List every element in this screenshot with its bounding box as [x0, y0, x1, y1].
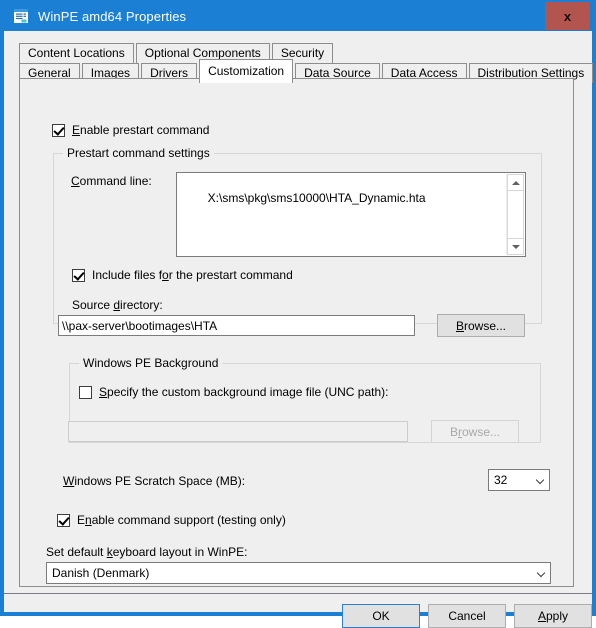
- prestart-group-title: Prestart command settings: [63, 146, 214, 160]
- browse-label: Browse...: [449, 424, 501, 439]
- background-group-title: Windows PE Background: [79, 356, 223, 370]
- cancel-button[interactable]: Cancel: [428, 604, 506, 628]
- scroll-down-button[interactable]: [507, 238, 524, 255]
- apply-label: Apply: [537, 609, 569, 623]
- scroll-up-button[interactable]: [507, 174, 524, 191]
- browse-background-image-button: Browse...: [431, 420, 519, 443]
- checkbox-box: [79, 385, 92, 399]
- specify-custom-background-checkbox[interactable]: Specify the custom background image file…: [79, 385, 388, 399]
- chevron-down-icon: [532, 476, 549, 484]
- tab-strip: Content Locations Optional Components Se…: [19, 43, 594, 83]
- client-area: Content Locations Optional Components Se…: [4, 31, 594, 628]
- window-properties-icon: [13, 8, 29, 24]
- command-line-input[interactable]: X:\sms\pkg\sms10000\HTA_Dynamic.hta: [176, 172, 526, 257]
- include-files-label: Include files for the prestart command: [92, 268, 293, 282]
- tab-customization[interactable]: Customization: [199, 59, 294, 83]
- enable-command-support-checkbox[interactable]: Enable command support (testing only): [57, 513, 286, 527]
- customization-tab-page: Enable prestart command Prestart command…: [19, 78, 574, 587]
- apply-button[interactable]: Apply: [514, 604, 592, 628]
- checkbox-box: [52, 123, 65, 137]
- command-line-scrollbar[interactable]: [506, 174, 524, 255]
- enable-prestart-command-label: Enable prestart command: [72, 123, 210, 137]
- close-button[interactable]: x: [545, 2, 590, 30]
- chevron-down-icon: [511, 244, 520, 249]
- specify-custom-background-label: Specify the custom background image file…: [99, 385, 389, 399]
- background-image-path-input[interactable]: [68, 421, 408, 442]
- tab-content-locations[interactable]: Content Locations: [19, 43, 134, 63]
- checkbox-box: [72, 268, 85, 282]
- ok-button[interactable]: OK: [342, 604, 420, 628]
- chevron-up-icon: [511, 180, 520, 185]
- enable-prestart-command-checkbox[interactable]: Enable prestart command: [52, 123, 209, 137]
- include-files-checkbox[interactable]: Include files for the prestart command: [72, 268, 293, 282]
- scratch-space-value: 32: [494, 473, 508, 487]
- footer-separator: [4, 593, 592, 594]
- source-directory-input[interactable]: \\pax-server\bootimages\HTA: [58, 315, 415, 336]
- source-directory-label: Source directory:: [72, 298, 163, 312]
- window-title: WinPE amd64 Properties: [38, 8, 187, 24]
- enable-command-support-label: Enable command support (testing only): [77, 513, 286, 527]
- scratch-space-combobox[interactable]: 32: [488, 469, 550, 491]
- scrollbar-track[interactable]: [507, 191, 524, 238]
- title-bar: WinPE amd64 Properties x: [1, 1, 595, 31]
- source-directory-value: \\pax-server\bootimages\HTA: [62, 319, 218, 333]
- browse-label: Browse...: [455, 318, 507, 333]
- command-line-value: X:\sms\pkg\sms10000\HTA_Dynamic.hta: [207, 191, 426, 205]
- command-line-label: Command line:: [71, 174, 152, 188]
- checkbox-box: [57, 513, 70, 527]
- chevron-down-icon: [533, 569, 550, 577]
- properties-window: WinPE amd64 Properties x Content Locatio…: [0, 0, 596, 628]
- scratch-space-label: Windows PE Scratch Space (MB):: [63, 474, 246, 488]
- keyboard-layout-combobox[interactable]: Danish (Denmark): [46, 562, 551, 584]
- keyboard-layout-value: Danish (Denmark): [52, 566, 150, 580]
- keyboard-layout-label: Set default keyboard layout in WinPE:: [46, 545, 248, 559]
- browse-source-directory-button[interactable]: Browse...: [437, 314, 525, 337]
